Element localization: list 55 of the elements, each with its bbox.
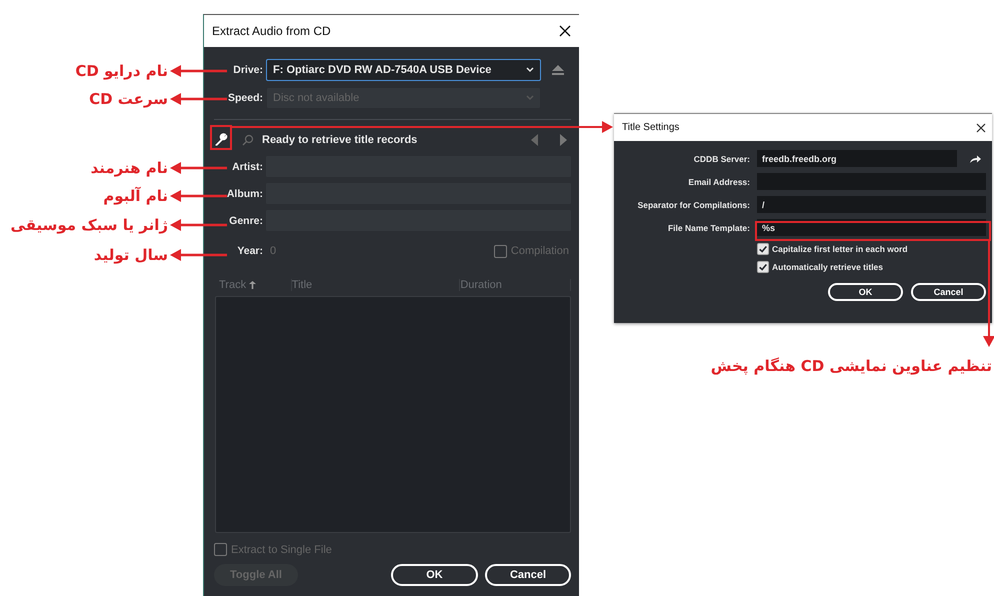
arrow: [170, 93, 227, 105]
field-label: Album:: [226, 188, 263, 200]
arrow: [170, 249, 227, 261]
field-label: Drive:: [232, 64, 263, 76]
checkbox[interactable]: [214, 543, 227, 556]
annotation-label: سال تولید: [94, 246, 168, 264]
previous-icon[interactable]: [531, 134, 538, 146]
ok-button[interactable]: OK: [828, 283, 903, 301]
annotation-label: تنظیم عناوین نمایشی CD هنگام پخش: [710, 357, 992, 375]
year-value: 0: [270, 245, 276, 257]
checkbox[interactable]: [757, 261, 769, 273]
text-field[interactable]: freedb.freedb.org: [757, 150, 957, 167]
cancel-button[interactable]: Cancel: [911, 283, 986, 301]
close-icon[interactable]: [976, 122, 986, 132]
eject-icon[interactable]: [552, 65, 564, 75]
arrow: [170, 65, 227, 77]
drive-dropdown[interactable]: F: Optiarc DVD RW AD-7540A USB Device: [266, 59, 541, 81]
cancel-button[interactable]: Cancel: [485, 564, 571, 586]
arrow: [170, 190, 227, 202]
arrow: [170, 162, 227, 174]
annotation-label: نام هنرمند: [90, 159, 168, 177]
checkbox-label: Compilation: [510, 245, 569, 257]
sort-arrow-icon: [249, 281, 256, 289]
checkbox-label: Extract to Single File: [231, 544, 332, 556]
close-icon[interactable]: [559, 25, 571, 37]
annotation-label: نام درایو CD: [75, 62, 168, 80]
next-icon[interactable]: [560, 134, 567, 146]
checkbox[interactable]: [494, 244, 507, 258]
chevron-down-icon: [526, 95, 534, 101]
status-text: Ready to retrieve title records: [262, 134, 418, 146]
arrow: [170, 219, 227, 231]
highlight-box: [210, 125, 232, 150]
field-label: Year:: [236, 245, 263, 257]
window-title: Extract Audio from CD: [212, 24, 331, 38]
checkbox-label: Capitalize first letter in each word: [772, 244, 908, 254]
chevron-down-icon: [526, 67, 534, 73]
text-field[interactable]: [757, 173, 986, 190]
wrench-icon[interactable]: [214, 133, 228, 147]
ok-button[interactable]: OK: [391, 564, 478, 586]
checkbox-label: Automatically retrieve titles: [772, 262, 884, 272]
field-label: Genre:: [228, 214, 263, 226]
field-label: Separator for Compilations:: [636, 200, 750, 210]
field-label: Artist:: [231, 160, 263, 172]
annotation-label: ژانر یا سبک موسیقی: [10, 216, 168, 234]
annotation-label: سرعت CD: [89, 90, 168, 108]
annotation-label: نام آلبوم: [103, 187, 168, 205]
field-label: File Name Template:: [666, 222, 750, 232]
field-label: Speed:: [226, 92, 263, 104]
search-icon[interactable]: [242, 134, 254, 146]
checkbox[interactable]: [757, 243, 769, 255]
field-label: CDDB Server:: [692, 154, 750, 164]
field-label: Email Address:: [687, 176, 750, 186]
window-title: Title Settings: [622, 122, 680, 133]
share-arrow-icon[interactable]: [969, 154, 981, 164]
text-field[interactable]: /: [757, 196, 986, 213]
